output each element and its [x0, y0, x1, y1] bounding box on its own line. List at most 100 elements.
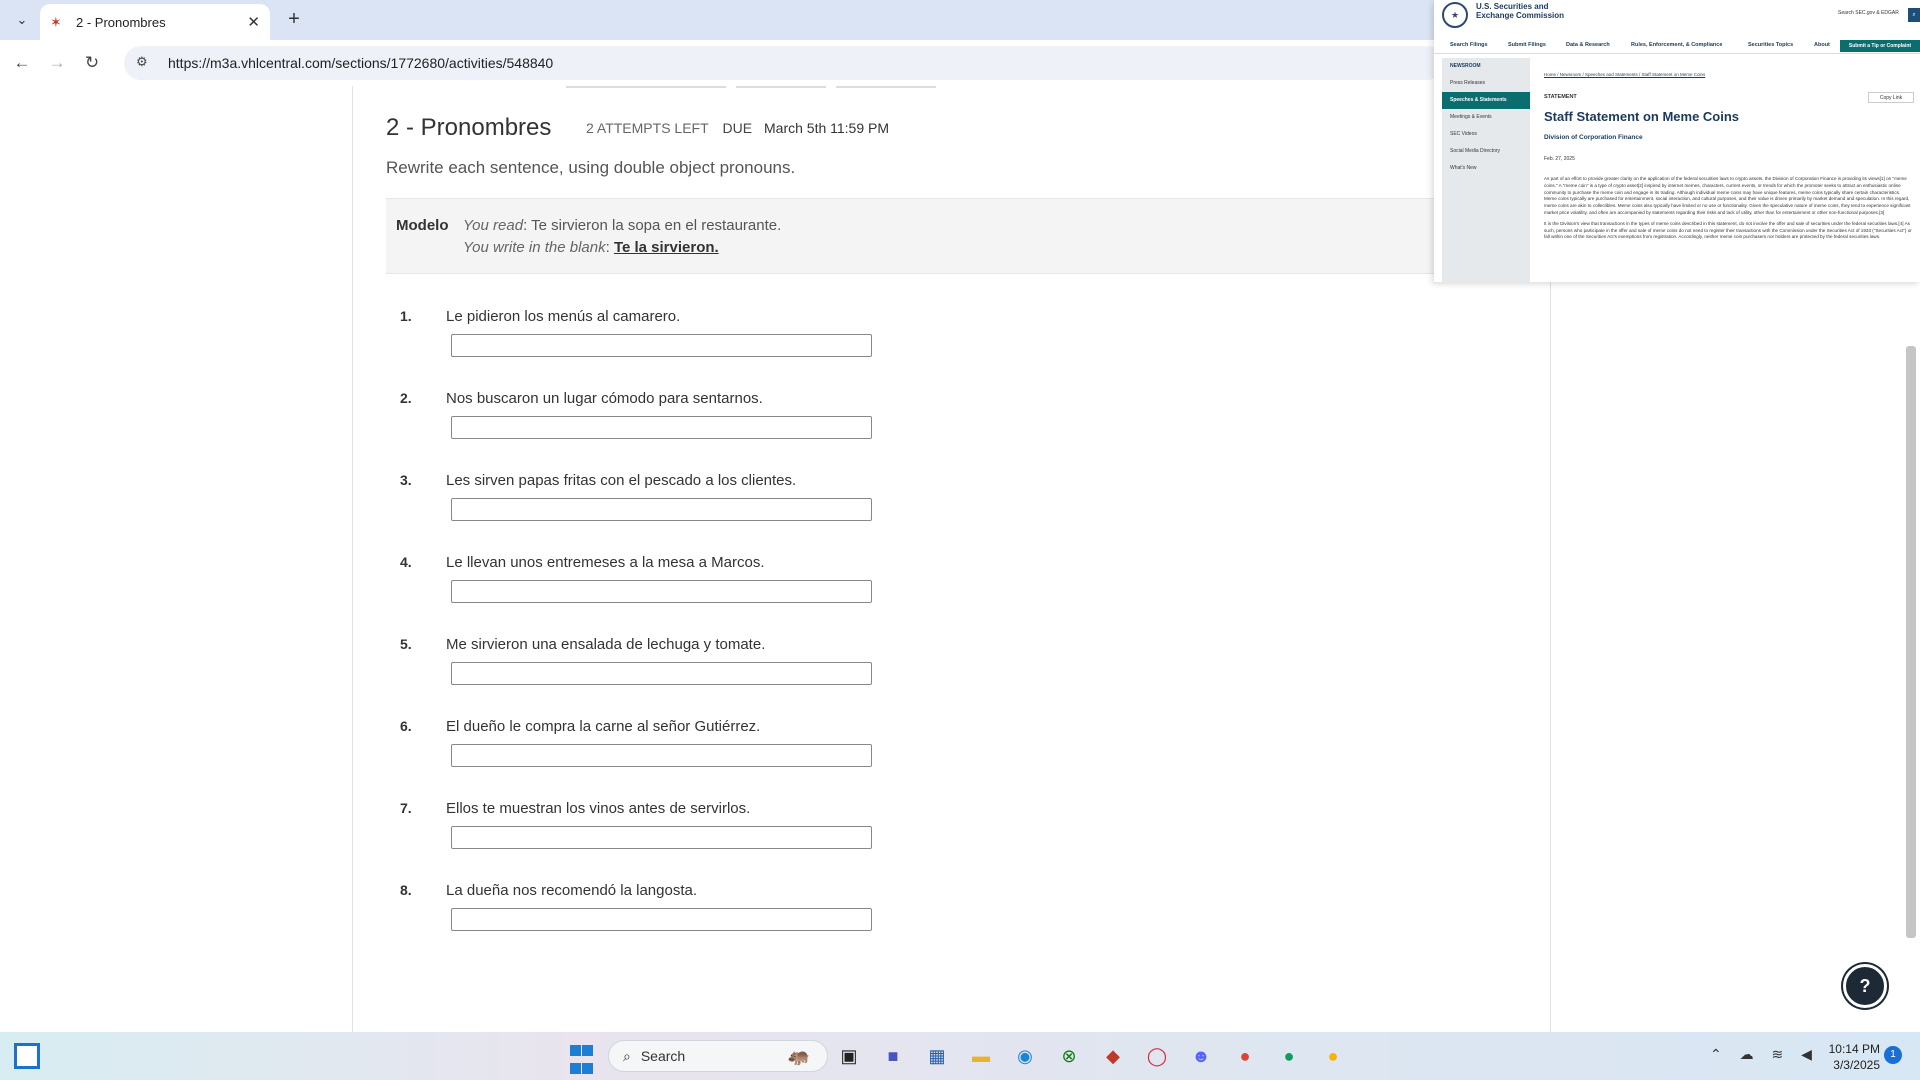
sec-search-field[interactable]: Search SEC.gov & EDGAR [1838, 10, 1899, 16]
new-tab-button[interactable]: + [282, 8, 306, 31]
taskbar: ⌕ Search 🦛 ▣ ■ ▦ ▬ ◉ ⊗ ◆ ◯ ☻ ● ● ● ⌃ ☁ ≋… [0, 1032, 1920, 1080]
reload-icon[interactable]: ↻ [80, 51, 104, 75]
chrome-profile-icon[interactable]: ● [1318, 1041, 1348, 1071]
app-icon[interactable]: ◆ [1098, 1041, 1128, 1071]
sec-nav-item[interactable]: Submit Filings [1508, 42, 1546, 48]
attempts-left: 2 ATTEMPTS LEFT [586, 120, 709, 136]
chevron-up-icon[interactable]: ⌃ [1710, 1046, 1722, 1062]
search-icon: ⌕ [623, 1047, 631, 1064]
page-scrollbar[interactable] [1906, 346, 1916, 938]
question-number: 2. [400, 390, 412, 406]
browser-tab[interactable]: ✶ 2 - Pronombres ✕ [40, 4, 270, 40]
answer-input[interactable] [451, 334, 872, 357]
sec-side-item[interactable]: Social Media Directory [1442, 143, 1530, 160]
chrome-icon[interactable]: ● [1230, 1041, 1260, 1071]
search-highlight-icon[interactable]: 🦛 [776, 1041, 822, 1071]
answer-input[interactable] [451, 744, 872, 767]
sec-side-item[interactable]: What's New [1442, 160, 1530, 177]
question-item: 7. Ellos te muestran los vinos antes de … [386, 800, 986, 860]
write-sep: : [605, 239, 614, 256]
tab-close-icon[interactable]: ✕ [247, 13, 260, 31]
answer-input[interactable] [451, 416, 872, 439]
widgets-icon[interactable] [14, 1043, 40, 1069]
sec-breadcrumb[interactable]: Home / Newsroom / Speeches and Statement… [1544, 72, 1705, 77]
question-text: Le llevan unos entremeses a la mesa a Ma… [446, 554, 765, 571]
sec-side-item[interactable]: Press Releases [1442, 75, 1530, 92]
question-item: 3. Les sirven papas fritas con el pescad… [386, 472, 986, 532]
question-text: Le pidieron los menús al camarero. [446, 308, 681, 325]
teams-icon[interactable]: ■ [878, 1041, 908, 1071]
sec-body: As part of an effort to provide greater … [1544, 176, 1914, 245]
sec-nav-item[interactable]: Data & Research [1566, 42, 1610, 48]
answer-input[interactable] [451, 498, 872, 521]
answer-input[interactable] [451, 662, 872, 685]
cloud-icon[interactable]: ☁ [1740, 1046, 1754, 1062]
sec-copy-link-button[interactable]: Copy Link [1868, 92, 1914, 103]
sec-header: ★ U.S. Securities and Exchange Commissio… [1434, 0, 1920, 36]
question-number: 7. [400, 800, 412, 816]
site-info-icon[interactable]: ⚙ [136, 54, 154, 72]
sec-seal-icon: ★ [1442, 2, 1468, 28]
sec-tip-button[interactable]: Submit a Tip or Complaint [1840, 40, 1920, 52]
sec-side-item[interactable]: Meetings & Events [1442, 109, 1530, 126]
question-number: 6. [400, 718, 412, 734]
answer-input[interactable] [451, 826, 872, 849]
taskbar-search-label: Search [640, 1048, 686, 1064]
sec-nav-item[interactable]: About [1814, 42, 1830, 48]
sec-search-icon[interactable]: ⌕ [1908, 8, 1920, 22]
question-item: 1. Le pidieron los menús al camarero. [386, 308, 986, 368]
answer-input[interactable] [451, 908, 872, 931]
model-label: Modelo [396, 217, 449, 234]
read-text: : Te sirvieron la sopa en el restaurante… [523, 217, 782, 234]
tab-search-button[interactable]: ⌄ [10, 8, 34, 32]
question-number: 1. [400, 308, 412, 324]
sec-name-line2: Exchange Commission [1476, 11, 1565, 20]
question-number: 4. [400, 554, 412, 570]
wifi-icon[interactable]: ≋ [1772, 1046, 1784, 1062]
sec-side-item[interactable]: SEC Videos [1442, 126, 1530, 143]
back-icon[interactable]: ← [10, 51, 34, 75]
forward-icon[interactable]: → [45, 51, 69, 75]
edge-icon[interactable]: ◉ [1010, 1041, 1040, 1071]
url-text: https://m3a.vhlcentral.com/sections/1772… [168, 55, 554, 71]
vhl-favicon-icon: ✶ [50, 13, 62, 30]
task-view-icon[interactable]: ▣ [834, 1041, 864, 1071]
question-text: El dueño le compra la carne al señor Gut… [446, 718, 761, 735]
sec-side-item-active[interactable]: Speeches & Statements [1442, 92, 1530, 109]
sec-kind-label: STATEMENT [1544, 94, 1577, 100]
model-box: Modelo You read: Te sirvieron la sopa en… [386, 198, 1486, 274]
instructions: Rewrite each sentence, using double obje… [386, 158, 796, 177]
sec-division: Division of Corporation Finance [1544, 134, 1643, 141]
sec-overlay-window[interactable]: ★ U.S. Securities and Exchange Commissio… [1434, 0, 1920, 282]
opera-icon[interactable]: ◯ [1142, 1041, 1172, 1071]
question-number: 3. [400, 472, 412, 488]
help-chat-button[interactable]: ? [1843, 964, 1887, 1008]
notification-badge[interactable]: 1 [1884, 1046, 1902, 1064]
answer-input[interactable] [451, 580, 872, 603]
chrome-profile-icon[interactable]: ● [1274, 1041, 1304, 1071]
question-item: 6. El dueño le compra la carne al señor … [386, 718, 986, 778]
discord-icon[interactable]: ☻ [1186, 1041, 1216, 1071]
clock[interactable]: 10:14 PM 3/3/2025 [1820, 1041, 1880, 1073]
activity-title: 2 - Pronombres [386, 114, 552, 141]
address-bar[interactable]: ⚙ https://m3a.vhlcentral.com/sections/17… [124, 46, 1444, 80]
speaker-icon[interactable]: ◀ [1801, 1046, 1812, 1062]
due-date: March 5th 11:59 PM [764, 120, 890, 136]
start-icon[interactable] [570, 1044, 594, 1080]
question-text: Les sirven papas fritas con el pescado a… [446, 472, 797, 489]
sec-nav-item[interactable]: Securities Topics [1748, 42, 1793, 48]
question-number: 8. [400, 882, 412, 898]
sec-name-line1: U.S. Securities and [1476, 2, 1549, 11]
store-icon[interactable]: ▦ [922, 1041, 952, 1071]
sec-paragraph: It is the Division's view that transacti… [1544, 220, 1912, 240]
left-gutter [0, 86, 353, 1032]
question-item: 5. Me sirvieron una ensalada de lechuga … [386, 636, 986, 696]
sec-nav-item[interactable]: Rules, Enforcement, & Compliance [1631, 42, 1722, 48]
clock-date: 3/3/2025 [1833, 1058, 1880, 1072]
question-text: La dueña nos recomendó la langosta. [446, 882, 698, 899]
read-label: You read [463, 217, 524, 234]
xbox-icon[interactable]: ⊗ [1054, 1041, 1084, 1071]
sec-nav-item[interactable]: Search Filings [1450, 42, 1488, 48]
file-explorer-icon[interactable]: ▬ [966, 1041, 996, 1071]
due-label: DUE [722, 120, 753, 136]
